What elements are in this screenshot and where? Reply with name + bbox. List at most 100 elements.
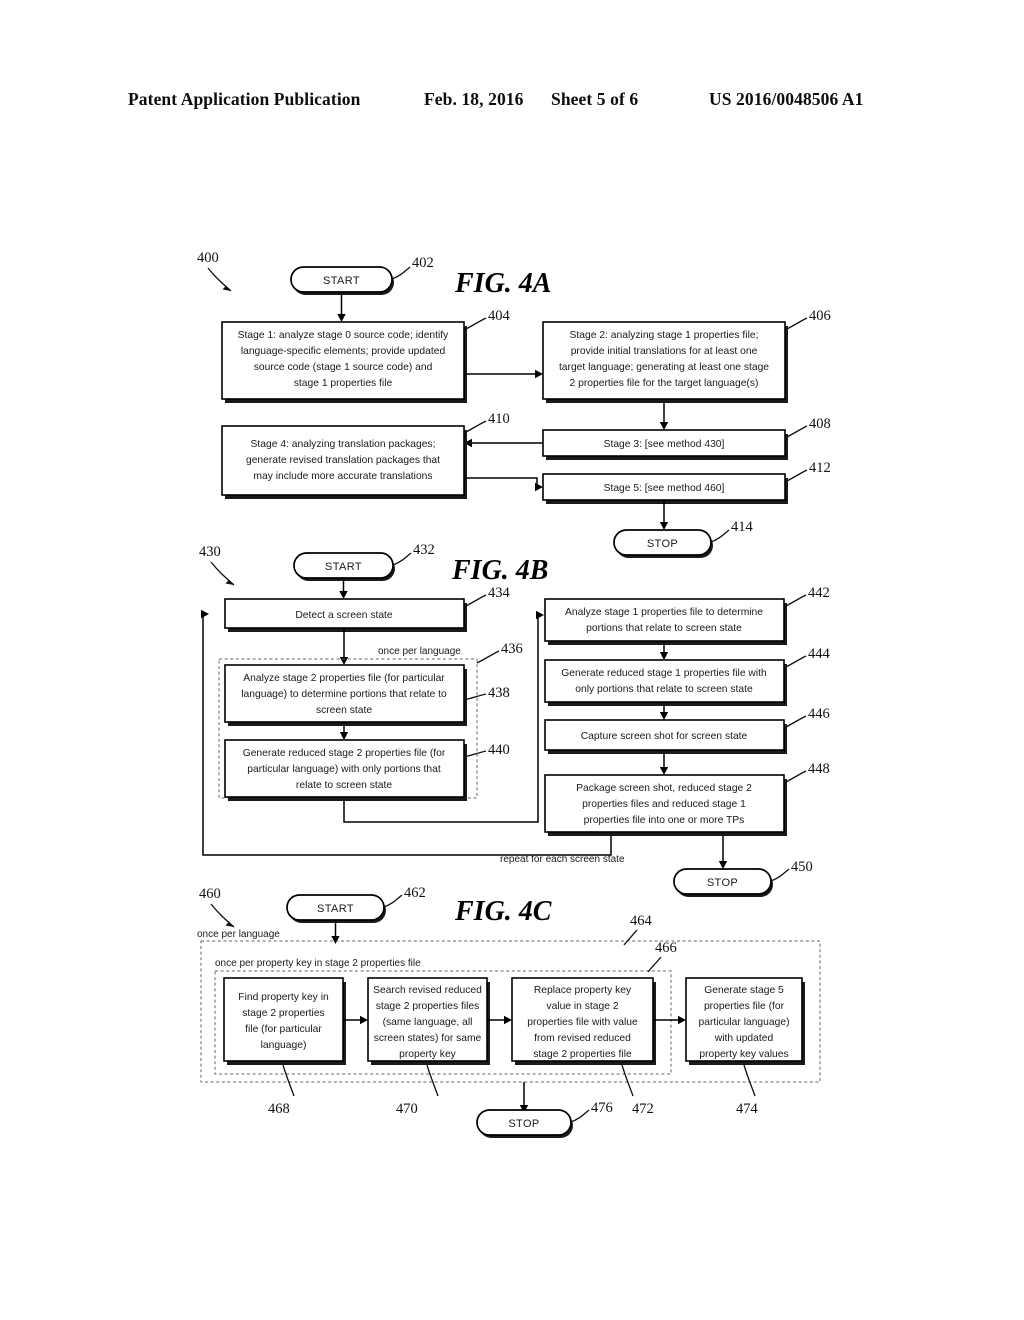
- leader-406: [784, 317, 808, 331]
- node-450-text: STOP: [707, 877, 738, 889]
- arrowhead-404-406: [535, 369, 543, 379]
- node-470-line-1: Search revised reduced: [373, 985, 482, 996]
- ref-412: 412: [809, 460, 831, 476]
- header-publication: Patent Application Publication: [128, 89, 361, 109]
- node-406-line-4: 2 properties file for the target languag…: [570, 378, 759, 389]
- ref-448: 448: [808, 761, 830, 777]
- node-468: Find property key in stage 2 properties …: [223, 977, 346, 1065]
- node-470: Search revised reduced stage 2 propertie…: [367, 977, 490, 1065]
- ref-464: 464: [630, 913, 653, 929]
- leader-472: [621, 1064, 634, 1097]
- node-408: Stage 3: [see method 430] 408: [542, 416, 831, 460]
- ref-438: 438: [488, 685, 510, 701]
- node-462-start: START 462: [286, 885, 426, 923]
- arrowhead-442-444: [659, 652, 669, 660]
- arrowhead-468-470: [360, 1015, 368, 1025]
- ref-406: 406: [809, 308, 831, 324]
- node-402-text: START: [323, 275, 360, 287]
- ref-434: 434: [488, 585, 511, 601]
- arrowhead-446-448: [659, 767, 669, 775]
- node-476-stop: STOP 476: [476, 1100, 613, 1138]
- arrowhead-472-474: [678, 1015, 686, 1025]
- figure-4a-label: FIG. 4A: [454, 268, 551, 299]
- figure-4b-label: FIG. 4B: [451, 555, 548, 586]
- leader-436: [476, 650, 500, 664]
- node-404-line-4: stage 1 properties file: [294, 378, 393, 389]
- node-408-text: Stage 3: [see method 430]: [604, 439, 725, 450]
- ref-436: 436: [501, 641, 523, 657]
- node-406-line-1: Stage 2: analyzing stage 1 properties fi…: [570, 330, 759, 341]
- arrow-410-to-412: [464, 477, 538, 487]
- header-sheet: Sheet 5 of 6: [551, 89, 638, 109]
- leader-466: [647, 956, 662, 973]
- node-474-line-5: property key values: [699, 1049, 788, 1060]
- node-446: Capture screen shot for screen state 446: [544, 706, 830, 754]
- node-434: Detect a screen state 434: [224, 585, 511, 632]
- node-406-line-2: provide initial translations for at leas…: [571, 346, 758, 357]
- node-442-line-2: portions that relate to screen state: [586, 623, 742, 634]
- ref-410: 410: [488, 411, 510, 427]
- arrowhead-462-group: [331, 936, 340, 944]
- node-438-line-3: screen state: [316, 705, 372, 716]
- arrowhead-410-412: [535, 482, 543, 492]
- figure-4a: 400 FIG. 4A START 402 Stage 1: analyze s…: [197, 250, 831, 558]
- node-440: Generate reduced stage 2 properties file…: [224, 739, 510, 801]
- node-414-text: STOP: [647, 538, 678, 550]
- node-404: Stage 1: analyze stage 0 source code; id…: [221, 308, 511, 403]
- ref-474: 474: [736, 1101, 759, 1117]
- ref-408: 408: [809, 416, 831, 432]
- leader-434: [463, 594, 487, 608]
- annotation-once-per-property-key: once per property key in stage 2 propert…: [215, 958, 421, 969]
- node-472-line-4: from revised reduced: [534, 1033, 631, 1044]
- node-410-line-3: may include more accurate translations: [253, 471, 432, 482]
- node-472-line-5: stage 2 properties file: [533, 1049, 632, 1060]
- node-438: Analyze stage 2 properties file (for par…: [224, 664, 510, 726]
- node-448-line-3: properties file into one or more TPs: [584, 815, 745, 826]
- node-448: Package screen shot, reduced stage 2 pro…: [544, 761, 830, 836]
- node-472: Replace property key value in stage 2 pr…: [511, 977, 656, 1065]
- node-476-text: STOP: [508, 1118, 539, 1130]
- node-446-text: Capture screen shot for screen state: [581, 731, 748, 742]
- arrowhead-412-414: [659, 522, 669, 530]
- leader-408: [784, 425, 808, 439]
- arrowhead-440-442: [536, 610, 544, 620]
- ref-462: 462: [404, 885, 426, 901]
- method-ref-460: 460: [199, 886, 221, 902]
- node-412-text: Stage 5: [see method 460]: [604, 483, 725, 494]
- arrowhead-434-438: [339, 657, 349, 665]
- ref-442: 442: [808, 585, 830, 601]
- node-468-line-1: Find property key in: [238, 992, 329, 1003]
- ref-432: 432: [413, 542, 435, 558]
- ref-414: 414: [731, 519, 754, 535]
- node-434-text: Detect a screen state: [295, 610, 393, 621]
- header-date: Feb. 18, 2016: [424, 89, 524, 109]
- node-472-line-3: properties file with value: [527, 1017, 638, 1028]
- ref-404: 404: [488, 308, 511, 324]
- leader-438: [463, 693, 487, 701]
- node-468-line-3: file (for particular: [245, 1024, 322, 1035]
- node-444: Generate reduced stage 1 properties file…: [544, 646, 831, 706]
- node-404-line-3: source code (stage 1 source code) and: [254, 362, 433, 373]
- header-patent-number: US 2016/0048506 A1: [709, 89, 863, 109]
- node-410-line-1: Stage 4: analyzing translation packages;: [251, 439, 436, 450]
- leader-474: [743, 1064, 756, 1097]
- ref-444: 444: [808, 646, 831, 662]
- node-472-line-1: Replace property key: [534, 985, 632, 996]
- ref-468: 468: [268, 1101, 290, 1117]
- node-462-text: START: [317, 903, 354, 915]
- leader-444: [783, 655, 807, 669]
- ref-476: 476: [591, 1100, 613, 1116]
- leader-448: [783, 770, 807, 784]
- node-440-line-2: particular language) with only portions …: [247, 764, 441, 775]
- node-404-line-2: language-specific elements; provide upda…: [241, 346, 446, 357]
- node-472-line-2: value in stage 2: [546, 1001, 618, 1012]
- leader-470: [426, 1064, 439, 1097]
- annotation-once-per-language-4c: once per language: [197, 929, 280, 940]
- patent-figure-sheet: Patent Application Publication Feb. 18, …: [128, 89, 863, 1138]
- arrowhead-438-440: [339, 732, 349, 740]
- node-474: Generate stage 5 properties file (for pa…: [685, 977, 805, 1065]
- page-header: Patent Application Publication Feb. 18, …: [128, 89, 863, 109]
- node-450-stop: STOP 450: [673, 859, 813, 897]
- arrowhead-444-446: [659, 712, 669, 720]
- ref-470: 470: [396, 1101, 418, 1117]
